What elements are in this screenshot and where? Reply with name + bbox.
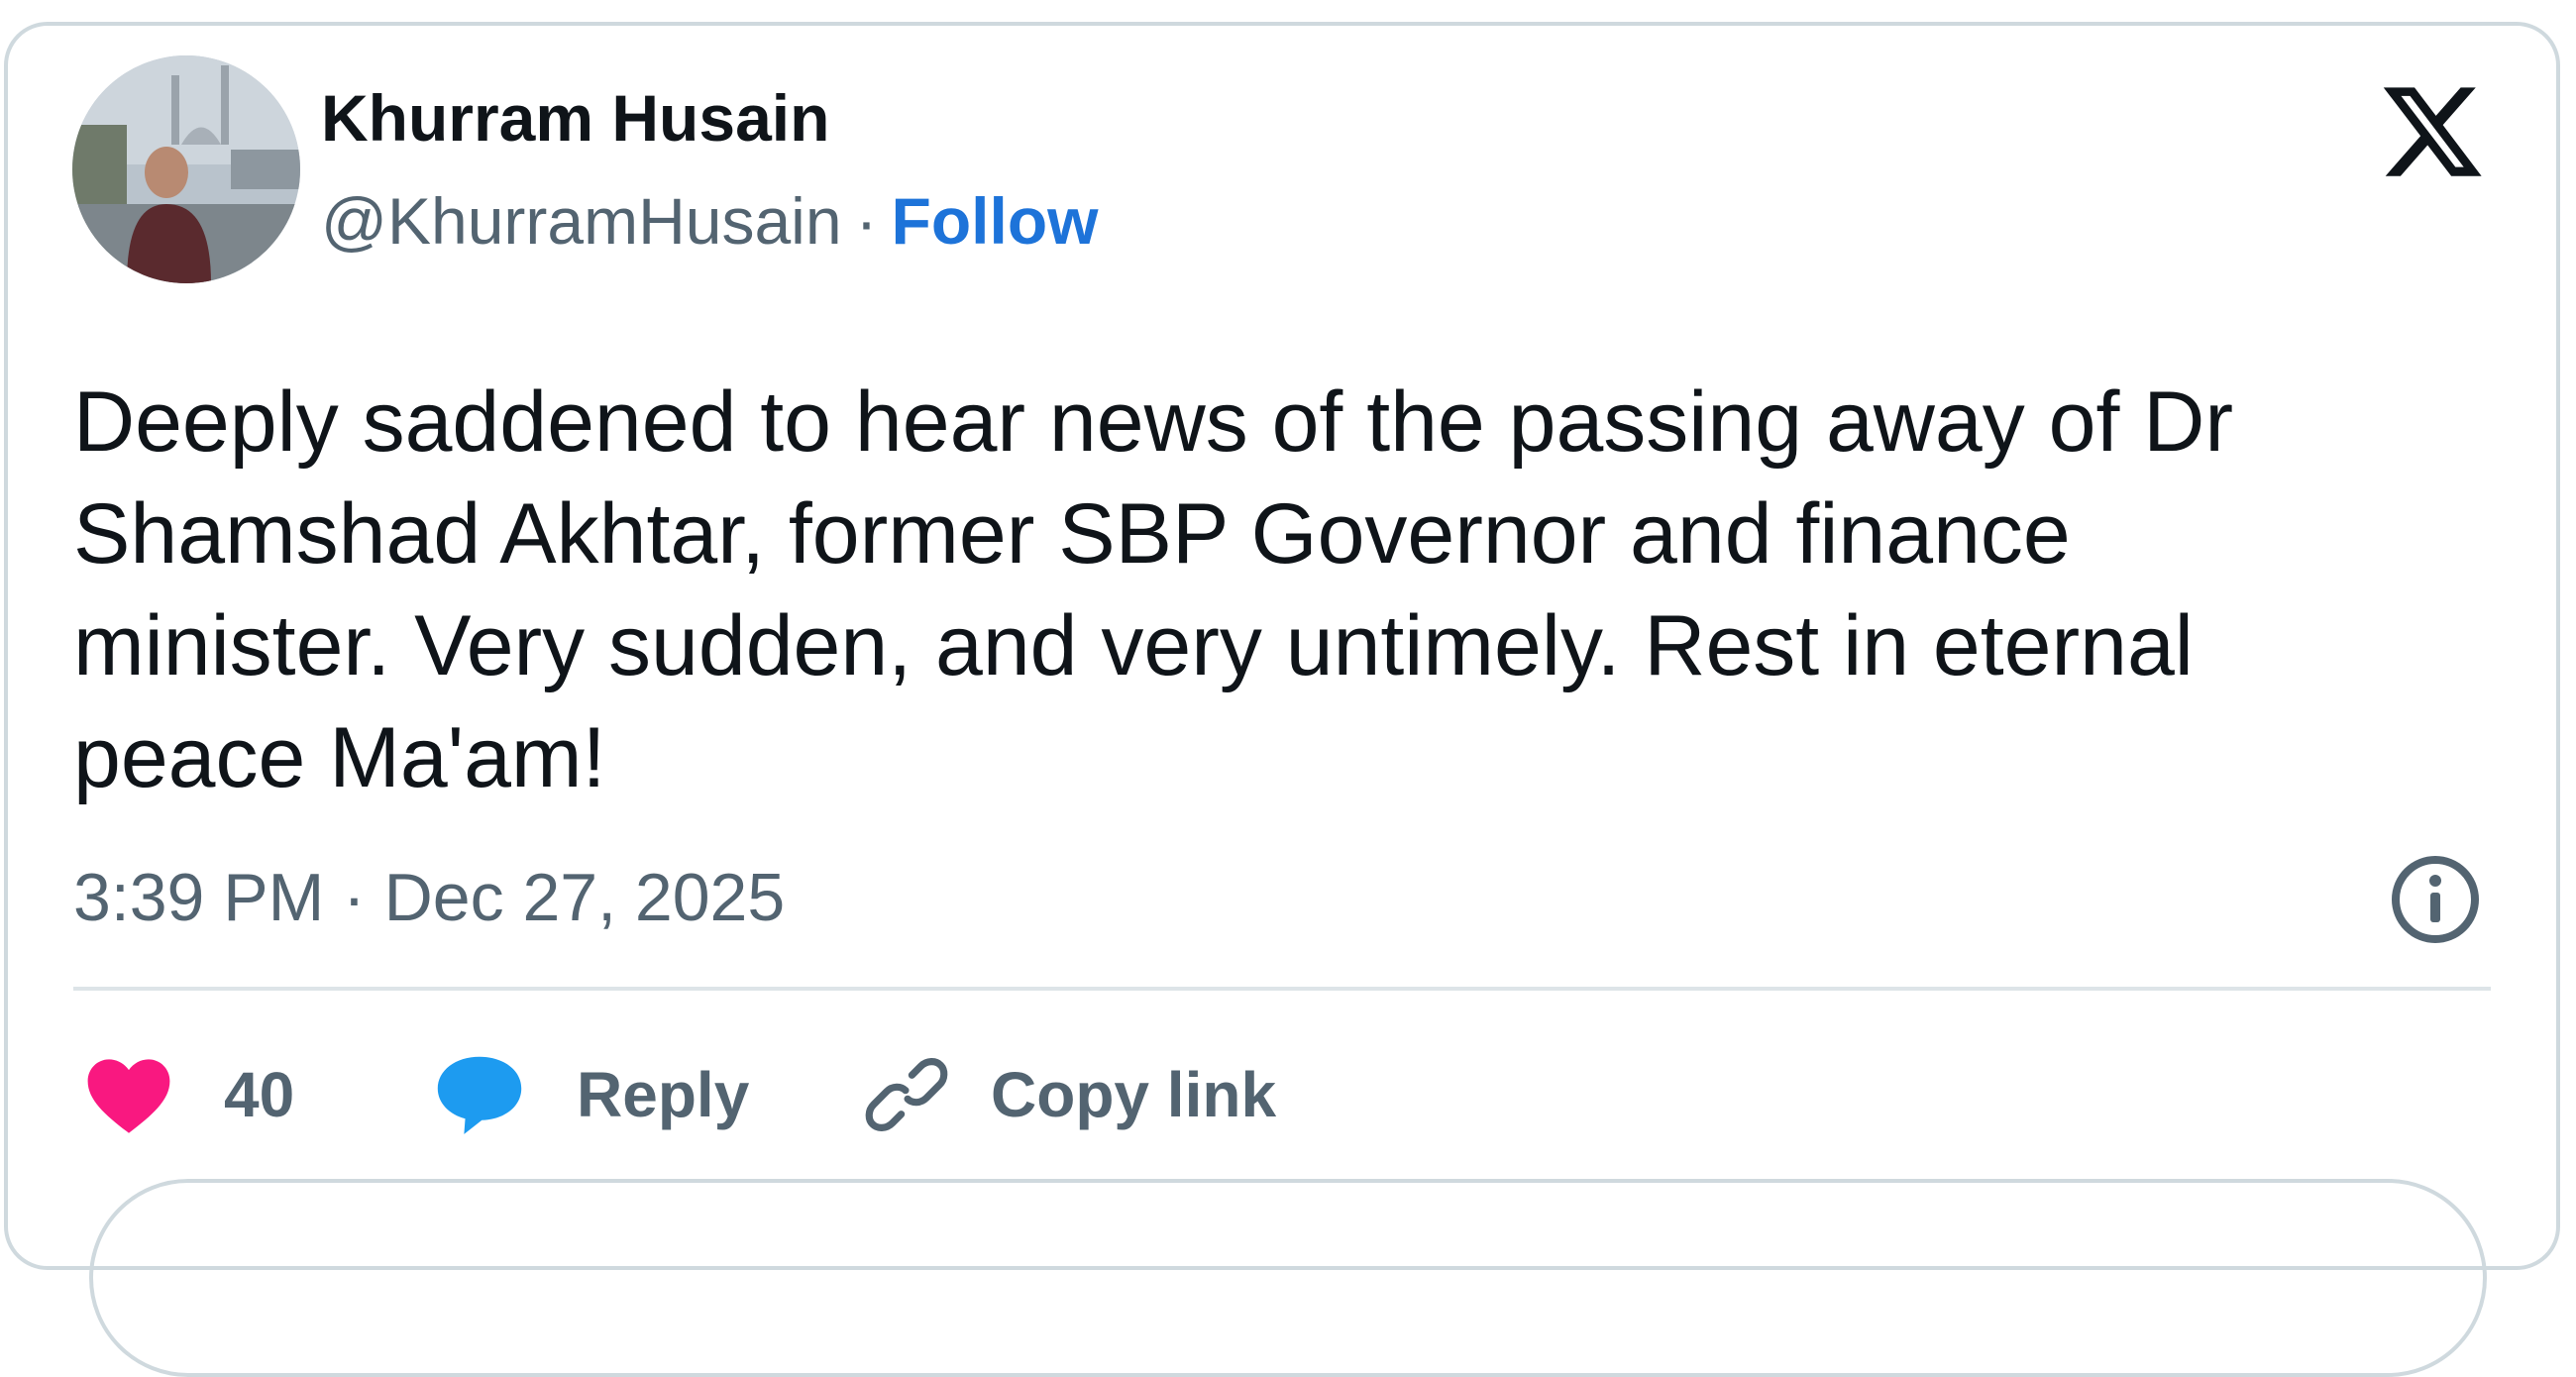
divider xyxy=(73,987,2491,991)
avatar[interactable] xyxy=(72,55,300,283)
heart-icon xyxy=(87,1059,170,1133)
like-button[interactable]: 40 xyxy=(83,1050,294,1139)
x-logo-icon[interactable] xyxy=(2378,77,2487,186)
info-icon[interactable] xyxy=(2388,852,2483,947)
copy-link-label: Copy link xyxy=(991,1059,1277,1130)
avatar-photo xyxy=(72,55,300,283)
author-name[interactable]: Khurram Husain xyxy=(321,85,829,151)
author-handle-row: @KhurramHusain · Follow xyxy=(321,188,1098,254)
speech-bubble-icon xyxy=(437,1056,522,1134)
read-replies-button[interactable] xyxy=(89,1179,2487,1377)
tweet-text: Deeply saddened to hear news of the pass… xyxy=(73,374,2233,805)
author-handle[interactable]: @KhurramHusain xyxy=(321,184,842,258)
reply-label: Reply xyxy=(577,1059,750,1130)
link-icon xyxy=(865,1058,948,1131)
copy-link-button[interactable]: Copy link xyxy=(864,1050,1276,1139)
reply-button[interactable]: Reply xyxy=(432,1050,749,1139)
separator-dot: · xyxy=(855,184,878,258)
like-count: 40 xyxy=(224,1059,295,1130)
tweet-timestamp[interactable]: 3:39 PM · Dec 27, 2025 xyxy=(73,864,785,931)
follow-button[interactable]: Follow xyxy=(892,184,1099,258)
